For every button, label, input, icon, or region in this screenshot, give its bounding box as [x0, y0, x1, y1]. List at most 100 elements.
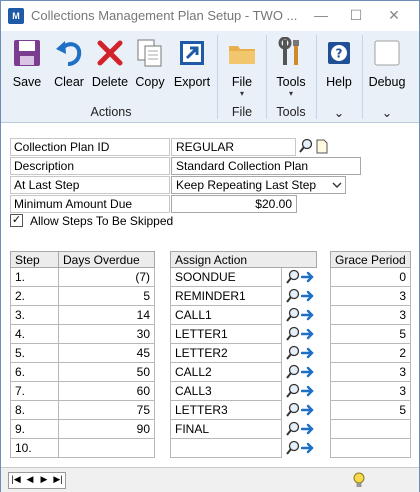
description-label: Description — [10, 157, 170, 175]
clear-button[interactable]: Clear — [49, 33, 89, 93]
next-record-icon[interactable]: ▶ — [38, 474, 50, 485]
grace-period-cell[interactable]: 5 — [330, 401, 411, 420]
svg-text:?: ? — [336, 47, 343, 61]
previous-record-icon[interactable]: ◀ — [24, 474, 36, 485]
go-to-arrow-icon[interactable] — [301, 422, 315, 436]
lightbulb-icon[interactable] — [352, 472, 366, 489]
lookup-magnifier-icon[interactable] — [285, 345, 301, 361]
assign-action-cell[interactable]: LETTER1 — [170, 325, 282, 344]
step-number-cell: 10. — [10, 439, 59, 458]
first-record-icon[interactable]: |◀ — [10, 474, 22, 485]
lookup-magnifier-icon[interactable] — [285, 269, 301, 285]
last-step-dropdown[interactable]: Keep Repeating Last Step — [171, 176, 346, 194]
action-lookup-icons — [283, 344, 315, 362]
assign-action-cell[interactable]: FINAL — [170, 420, 282, 439]
status-bar: |◀ ◀ ▶ ▶| — [1, 467, 419, 492]
lookup-magnifier-icon[interactable] — [285, 402, 301, 418]
save-button[interactable]: Save — [7, 33, 47, 93]
assign-action-cell[interactable]: CALL2 — [170, 363, 282, 382]
action-lookup-icons — [283, 420, 315, 438]
plan-id-field[interactable]: REGULAR — [171, 138, 296, 156]
step-number-cell: 7. — [10, 382, 59, 401]
help-group-caret-icon[interactable]: ⌄ — [320, 105, 358, 120]
days-overdue-cell[interactable]: 45 — [58, 344, 155, 363]
help-button[interactable]: ? Help — [320, 33, 358, 93]
plan-id-new-note-icon[interactable] — [315, 138, 329, 155]
tools-group-label: Tools — [276, 105, 306, 119]
tools-button[interactable]: Tools ▾ — [271, 33, 311, 98]
grace-period-cell[interactable]: 3 — [330, 382, 411, 401]
close-button[interactable]: ✕ — [379, 5, 409, 25]
assign-action-cell[interactable]: CALL3 — [170, 382, 282, 401]
app-icon: M — [8, 8, 24, 24]
chevron-down-icon — [332, 182, 342, 188]
lookup-magnifier-icon[interactable] — [285, 421, 301, 437]
assign-action-cell[interactable]: SOONDUE — [170, 268, 282, 287]
lookup-magnifier-icon[interactable] — [285, 326, 301, 342]
grace-period-cell[interactable]: 3 — [330, 363, 411, 382]
days-overdue-cell[interactable]: 60 — [58, 382, 155, 401]
lookup-magnifier-icon[interactable] — [285, 288, 301, 304]
go-to-arrow-icon[interactable] — [301, 441, 315, 455]
grace-period-cell[interactable] — [330, 420, 411, 439]
grace-period-cell[interactable]: 2 — [330, 344, 411, 363]
lookup-magnifier-icon[interactable] — [285, 364, 301, 380]
lookup-magnifier-icon[interactable] — [285, 440, 301, 456]
allow-skip-checkbox[interactable]: ✓ — [10, 214, 23, 227]
go-to-arrow-icon[interactable] — [301, 346, 315, 360]
step-number-cell: 4. — [10, 325, 59, 344]
export-button[interactable]: Export — [171, 33, 213, 93]
days-overdue-cell[interactable]: 5 — [58, 287, 155, 306]
assign-action-cell[interactable]: CALL1 — [170, 306, 282, 325]
action-lookup-icons — [283, 325, 315, 343]
grace-period-header: Grace Period — [330, 251, 411, 268]
days-overdue-cell[interactable]: (7) — [58, 268, 155, 287]
days-overdue-cell[interactable]: 14 — [58, 306, 155, 325]
go-to-arrow-icon[interactable] — [301, 327, 315, 341]
allow-skip-label: Allow Steps To Be Skipped — [30, 214, 174, 228]
go-to-arrow-icon[interactable] — [301, 403, 315, 417]
go-to-arrow-icon[interactable] — [301, 384, 315, 398]
record-navigator: |◀ ◀ ▶ ▶| — [8, 472, 66, 489]
assign-action-cell[interactable] — [170, 439, 282, 458]
file-button[interactable]: File ▾ — [223, 33, 261, 98]
collections-plan-window: M Collections Management Plan Setup - TW… — [0, 0, 420, 492]
grace-period-cell[interactable] — [330, 439, 411, 458]
minimize-button[interactable]: — — [306, 5, 336, 25]
file-label: File — [231, 75, 253, 89]
days-overdue-cell[interactable]: 50 — [58, 363, 155, 382]
lookup-magnifier-icon[interactable] — [285, 383, 301, 399]
step-number-cell: 3. — [10, 306, 59, 325]
grace-period-cell[interactable]: 3 — [330, 287, 411, 306]
grace-period-cell[interactable]: 5 — [330, 325, 411, 344]
go-to-arrow-icon[interactable] — [301, 289, 315, 303]
days-overdue-cell[interactable]: 90 — [58, 420, 155, 439]
grace-period-cell[interactable]: 0 — [330, 268, 411, 287]
action-lookup-icons — [283, 363, 315, 381]
debug-group-caret-icon[interactable]: ⌄ — [365, 105, 409, 120]
grace-period-cell[interactable]: 3 — [330, 306, 411, 325]
min-amount-field[interactable]: $20.00 — [171, 195, 297, 213]
save-icon — [11, 37, 43, 69]
go-to-arrow-icon[interactable] — [301, 270, 315, 284]
go-to-arrow-icon[interactable] — [301, 308, 315, 322]
undo-icon — [53, 37, 85, 69]
delete-button[interactable]: Delete — [89, 33, 131, 93]
copy-button[interactable]: Copy — [132, 33, 168, 93]
plan-id-lookup-icon[interactable] — [298, 138, 314, 155]
maximize-button[interactable]: ☐ — [341, 5, 371, 25]
delete-label: Delete — [91, 75, 129, 89]
debug-button[interactable]: Debug — [365, 33, 409, 93]
plan-id-label: Collection Plan ID — [10, 138, 170, 156]
last-record-icon[interactable]: ▶| — [52, 474, 64, 485]
go-to-arrow-icon[interactable] — [301, 365, 315, 379]
assign-action-cell[interactable]: LETTER2 — [170, 344, 282, 363]
assign-action-cell[interactable]: LETTER3 — [170, 401, 282, 420]
lookup-magnifier-icon[interactable] — [285, 307, 301, 323]
copy-label: Copy — [135, 75, 165, 89]
days-overdue-cell[interactable] — [58, 439, 155, 458]
description-field[interactable]: Standard Collection Plan — [171, 157, 361, 175]
days-overdue-cell[interactable]: 30 — [58, 325, 155, 344]
assign-action-cell[interactable]: REMINDER1 — [170, 287, 282, 306]
days-overdue-cell[interactable]: 75 — [58, 401, 155, 420]
